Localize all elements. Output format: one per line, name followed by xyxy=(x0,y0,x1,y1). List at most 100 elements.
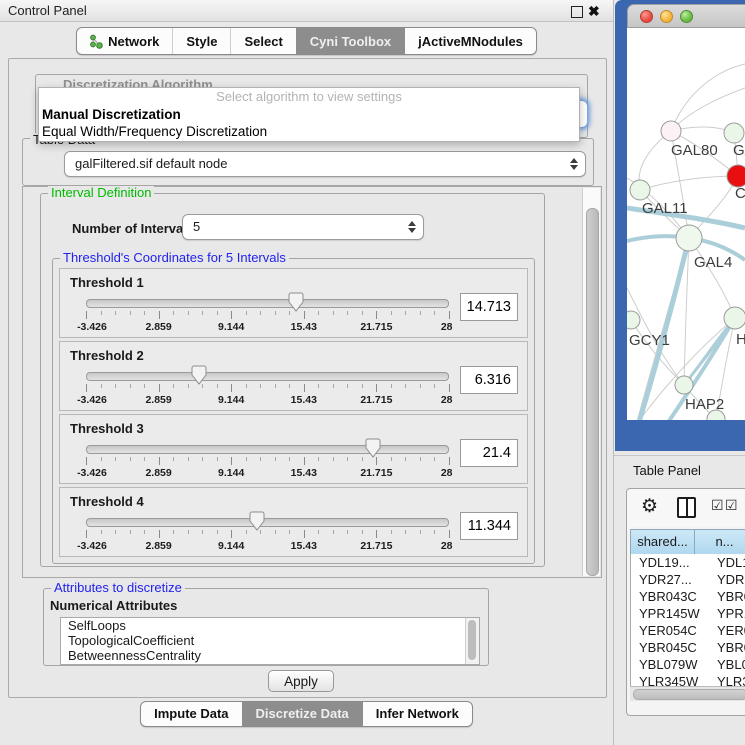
tab-jactivemnodules[interactable]: jActiveMNodules xyxy=(404,28,536,54)
tick-label: 9.144 xyxy=(218,321,244,333)
table-row[interactable]: YBR045CYBR0 xyxy=(631,639,745,656)
table-data-selected-value: galFiltered.sif default node xyxy=(75,152,227,176)
tick-label: 21.715 xyxy=(360,467,392,479)
attribute-list-item[interactable]: BetweennessCentrality xyxy=(61,648,479,663)
scrollbar-thumb[interactable] xyxy=(586,208,599,576)
table-row[interactable]: YER054CYER0 xyxy=(631,622,745,639)
threshold-value-field[interactable] xyxy=(460,439,518,467)
cell-shared-name[interactable]: YBL079W xyxy=(631,656,709,673)
cell-name[interactable]: YER0 xyxy=(709,622,745,639)
threshold-slider[interactable] xyxy=(86,299,449,308)
table-row[interactable]: YDL19...YDL1 xyxy=(631,554,745,571)
minimize-traffic-light-icon[interactable] xyxy=(660,10,673,23)
slider-thumb[interactable] xyxy=(249,511,265,531)
tab-infer-network[interactable]: Infer Network xyxy=(362,702,472,726)
tab-style[interactable]: Style xyxy=(172,28,230,54)
tab-impute-data[interactable]: Impute Data xyxy=(141,702,241,726)
node-label: C xyxy=(735,185,745,202)
cell-name[interactable]: YBL0 xyxy=(709,656,745,673)
threshold-value-field[interactable] xyxy=(460,293,518,321)
threshold-value-field[interactable] xyxy=(460,366,518,394)
network-node[interactable] xyxy=(627,311,640,329)
cell-name[interactable]: YPR1 xyxy=(709,605,745,622)
cell-shared-name[interactable]: YDR27... xyxy=(631,571,709,588)
column-header-name[interactable]: n... xyxy=(695,530,745,555)
threshold-slider[interactable] xyxy=(86,445,449,454)
table-row[interactable]: YDR27...YDR2 xyxy=(631,571,745,588)
close-traffic-light-icon[interactable] xyxy=(640,10,653,23)
table-horizontal-scrollbar[interactable] xyxy=(630,686,745,701)
attribute-list-item[interactable]: TopologicalCoefficient xyxy=(61,633,479,648)
attributes-scrollbar[interactable] xyxy=(465,618,479,664)
table-body[interactable]: YDL19...YDL1YDR27...YDR2YBR043CYBR0YPR14… xyxy=(630,554,745,686)
tick-label: -3.426 xyxy=(77,467,107,479)
cell-name[interactable]: YDR2 xyxy=(709,571,745,588)
network-canvas[interactable]: GAL80GACGAL11GAL4GCY1HHAP2 xyxy=(627,28,745,420)
node-table-panel: ⚙ ☑ ☑ shared... n... YDL19...YDL1YDR27..… xyxy=(626,488,745,716)
scrollbar-thumb[interactable] xyxy=(633,689,745,700)
network-icon xyxy=(90,34,103,49)
table-row[interactable]: YBL079WYBL0 xyxy=(631,656,745,673)
threshold-slider[interactable] xyxy=(86,518,449,527)
tick-label: 28 xyxy=(441,467,453,479)
tab-select[interactable]: Select xyxy=(230,28,295,54)
network-node[interactable] xyxy=(724,307,745,329)
cell-shared-name[interactable]: YPR145W xyxy=(631,605,709,622)
table-row[interactable]: YPR145WYPR1 xyxy=(631,605,745,622)
tab-network[interactable]: Network xyxy=(77,28,172,54)
network-node[interactable] xyxy=(727,165,745,187)
scrollbar-thumb[interactable] xyxy=(468,620,476,660)
number-of-intervals-combobox[interactable]: 5 xyxy=(182,214,424,240)
network-node[interactable] xyxy=(630,180,650,200)
tab-discretize-data[interactable]: Discretize Data xyxy=(242,702,362,726)
threshold-slider[interactable] xyxy=(86,372,449,381)
tab-cyni-toolbox[interactable]: Cyni Toolbox xyxy=(296,28,404,54)
settings-vertical-scrollbar[interactable] xyxy=(582,188,600,576)
cell-shared-name[interactable]: YER054C xyxy=(631,622,709,639)
cell-name[interactable]: YBR0 xyxy=(709,639,745,656)
split-columns-icon[interactable] xyxy=(677,497,696,518)
tick-label: 2.859 xyxy=(145,467,171,479)
cell-shared-name[interactable]: YDL19... xyxy=(631,554,709,571)
numerical-attributes-list[interactable]: SelfLoopsTopologicalCoefficientBetweenne… xyxy=(60,617,480,665)
node-label: HAP2 xyxy=(685,396,724,413)
table-panel: Table Panel ⚙ ☑ ☑ shared... n... YDL19..… xyxy=(614,455,745,745)
thresholds-group-title: Threshold's Coordinates for 5 Intervals xyxy=(60,251,289,265)
cell-shared-name[interactable]: YBR043C xyxy=(631,588,709,605)
apply-button[interactable]: Apply xyxy=(268,670,334,692)
threshold-value-field[interactable] xyxy=(460,512,518,540)
algorithm-option-equal-width[interactable]: Equal Width/Frequency Discretization xyxy=(39,123,579,140)
table-data-combobox[interactable]: galFiltered.sif default node xyxy=(64,151,586,177)
top-tabstrip: Network Style Select Cyni Toolbox jActiv… xyxy=(0,27,613,55)
cell-name[interactable]: YBR0 xyxy=(709,588,745,605)
cell-shared-name[interactable]: YBR045C xyxy=(631,639,709,656)
cell-shared-name[interactable]: YLR345W xyxy=(631,673,709,686)
slider-ticks xyxy=(86,530,449,539)
cell-name[interactable]: YLR3 xyxy=(709,673,745,686)
tick-label: -3.426 xyxy=(77,321,107,333)
algorithm-option-manual[interactable]: Manual Discretization xyxy=(39,106,579,123)
checkbox-icon[interactable]: ☑ xyxy=(725,498,738,512)
cell-name[interactable]: YDL1 xyxy=(709,554,745,571)
table-row[interactable]: YLR345WYLR3 xyxy=(631,673,745,686)
close-icon[interactable]: ✖ xyxy=(588,1,600,21)
tick-label: 9.144 xyxy=(218,467,244,479)
network-node[interactable] xyxy=(724,123,744,143)
checkbox-icon[interactable]: ☑ xyxy=(711,498,724,512)
slider-thumb[interactable] xyxy=(365,438,381,458)
tick-label: 15.43 xyxy=(291,394,317,406)
column-header-shared-name[interactable]: shared... xyxy=(631,530,695,555)
slider-thumb[interactable] xyxy=(191,365,207,385)
float-window-icon[interactable] xyxy=(571,6,583,18)
network-node[interactable] xyxy=(661,121,681,141)
control-panel: Control Panel ✖ Network Style Select xyxy=(0,0,614,745)
attribute-list-item[interactable]: SelfLoops xyxy=(61,618,479,633)
node-label: GAL11 xyxy=(642,200,688,217)
zoom-traffic-light-icon[interactable] xyxy=(680,10,693,23)
slider-thumb[interactable] xyxy=(288,292,304,312)
gear-icon[interactable]: ⚙ xyxy=(641,494,658,520)
table-row[interactable]: YBR043CYBR0 xyxy=(631,588,745,605)
network-node[interactable] xyxy=(675,376,693,394)
network-window-titlebar[interactable] xyxy=(627,4,745,28)
network-node[interactable] xyxy=(676,225,702,251)
